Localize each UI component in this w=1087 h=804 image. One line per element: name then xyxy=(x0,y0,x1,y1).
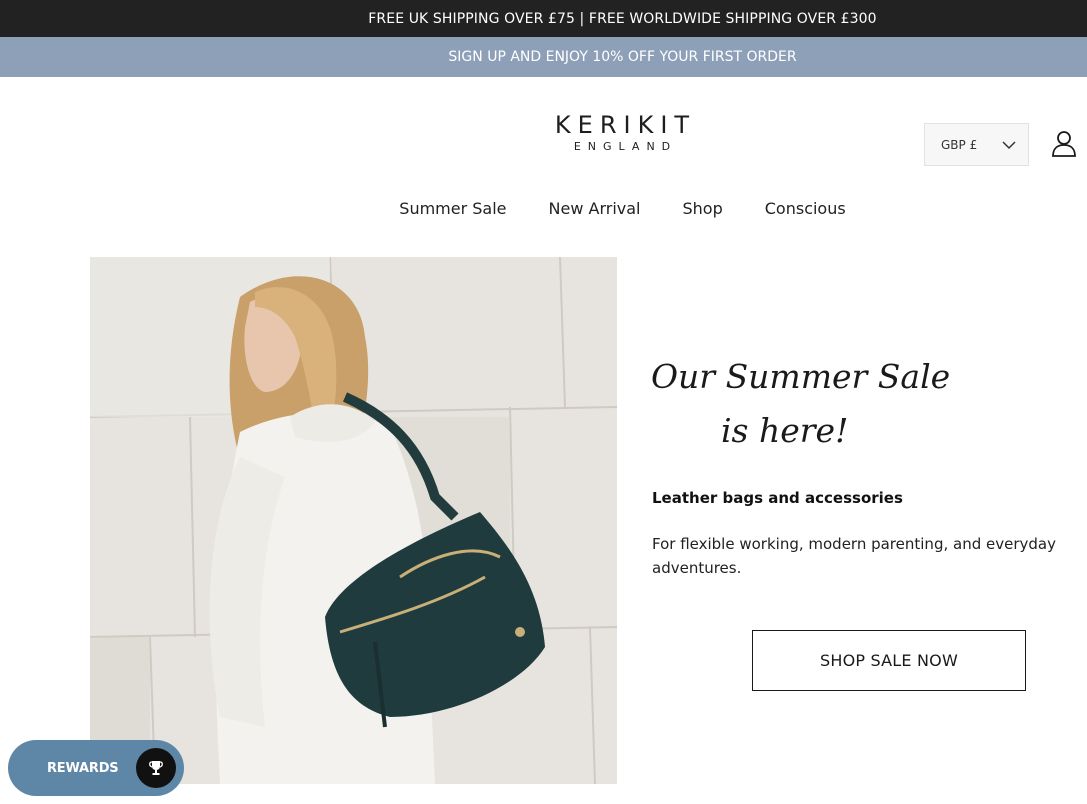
shipping-announcement-text: FREE UK SHIPPING OVER £75 | FREE WORLDWI… xyxy=(368,10,877,27)
rewards-label[interactable]: REWARDS xyxy=(47,761,119,776)
hero-description: For flexible working, modern parenting, … xyxy=(652,535,1056,577)
shop-sale-now-button[interactable]: SHOP SALE NOW xyxy=(752,630,1026,691)
shop-sale-now-label[interactable]: SHOP SALE NOW xyxy=(820,651,958,670)
main-navigation: Summer Sale New Arrival Shop Conscious xyxy=(0,195,1087,223)
logo-sub-text[interactable]: ENGLAND xyxy=(536,140,708,154)
trophy-icon[interactable] xyxy=(136,748,176,788)
signup-promo-text[interactable]: SIGN UP AND ENJOY 10% OFF YOUR FIRST ORD… xyxy=(448,49,796,65)
hero-image[interactable] xyxy=(90,257,617,784)
hero-photo-illustration xyxy=(90,257,617,784)
currency-value[interactable]: GBP £ xyxy=(941,138,977,152)
nav-item-shop[interactable]: Shop xyxy=(683,195,723,223)
nav-item-conscious[interactable]: Conscious xyxy=(765,195,846,223)
site-logo[interactable]: KERIKIT ENGLAND xyxy=(536,113,708,154)
logo-main-text[interactable]: KERIKIT xyxy=(536,113,708,137)
hero-subheading: Leather bags and accessories xyxy=(652,489,903,507)
user-icon[interactable] xyxy=(1050,130,1078,158)
signup-promo-bar[interactable]: SIGN UP AND ENJOY 10% OFF YOUR FIRST ORD… xyxy=(0,37,1087,77)
currency-selector[interactable]: GBP £ xyxy=(924,123,1029,166)
nav-item-new-arrival[interactable]: New Arrival xyxy=(549,195,641,223)
rewards-launcher[interactable]: REWARDS xyxy=(8,740,184,796)
hero-script-line-2: is here! xyxy=(721,411,849,450)
shipping-announcement-bar: FREE UK SHIPPING OVER £75 | FREE WORLDWI… xyxy=(0,0,1087,37)
hero-script-heading: Our Summer Sale is here! xyxy=(651,350,971,458)
nav-item-summer-sale[interactable]: Summer Sale xyxy=(399,195,506,223)
hero-script-line-1: Our Summer Sale xyxy=(651,357,951,396)
chevron-down-icon xyxy=(1002,140,1016,149)
